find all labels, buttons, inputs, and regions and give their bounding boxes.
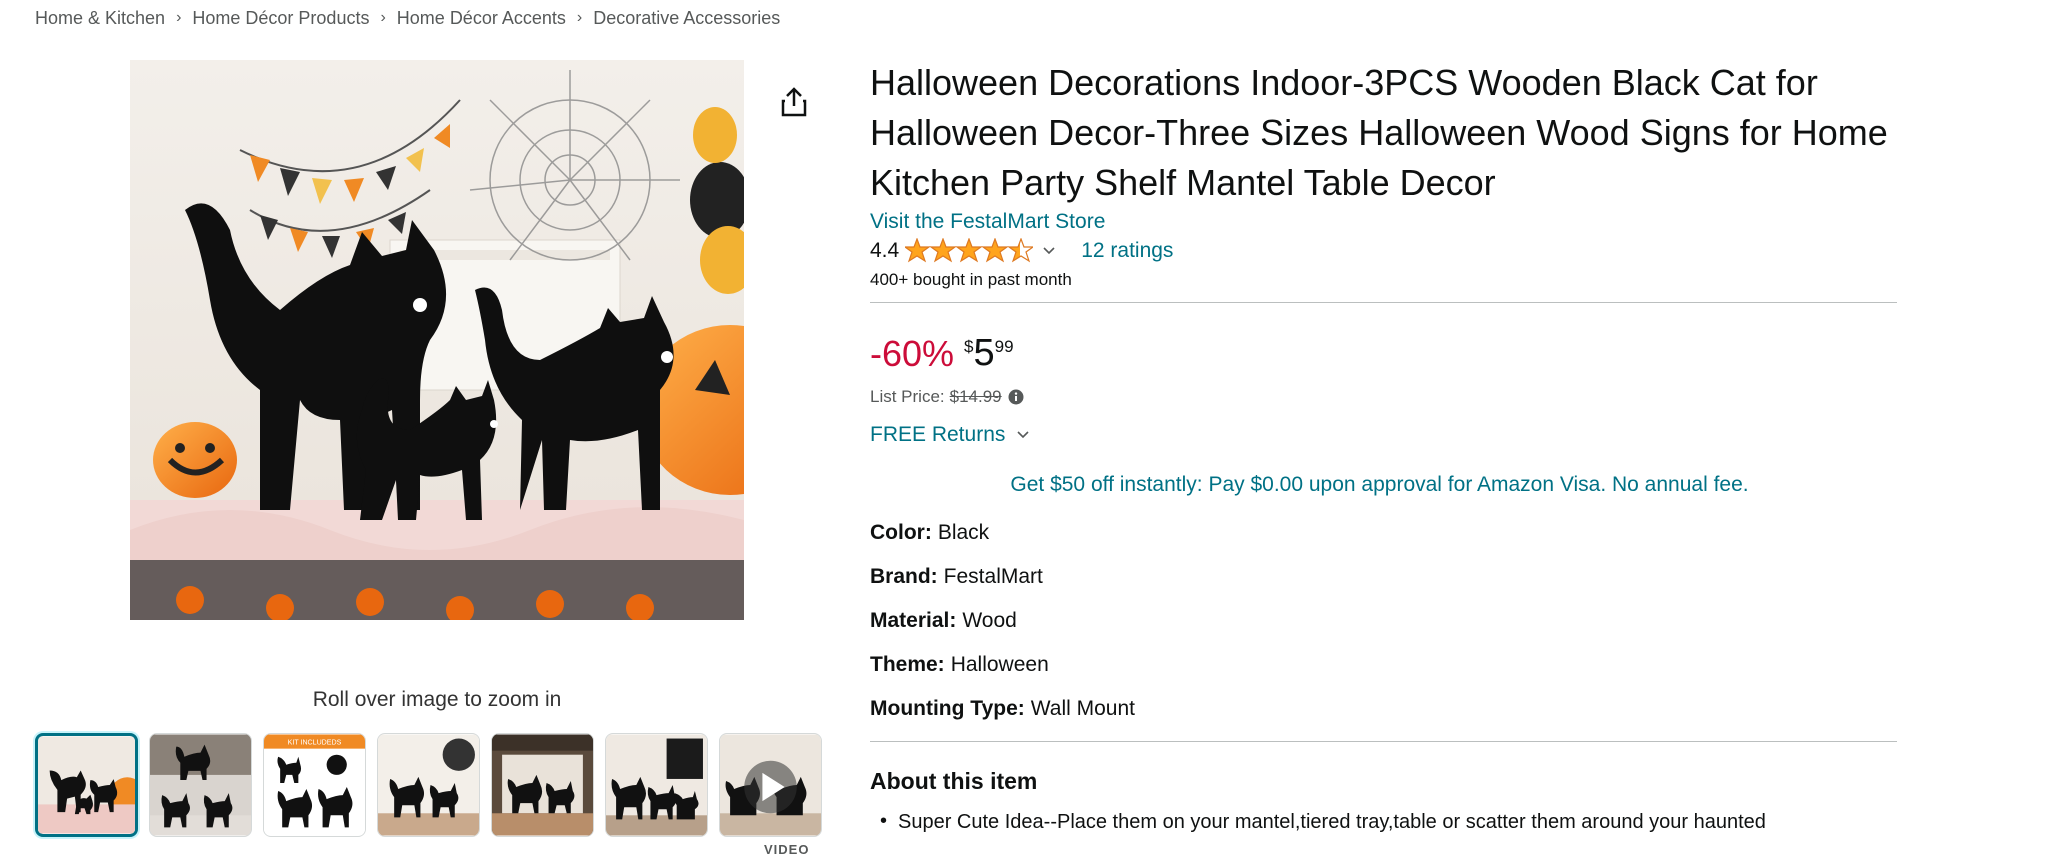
rating-value: 4.4 [870, 239, 900, 262]
thumbnail[interactable]: KIT INCLUDEDS [263, 733, 366, 837]
store-link[interactable]: Visit the FestalMart Store [870, 210, 1105, 234]
discount-percent: -60% [870, 333, 955, 374]
ratings-count-link[interactable]: 12 ratings [1081, 239, 1173, 263]
thumbnail[interactable] [377, 733, 480, 837]
spec-label: Theme: [870, 653, 945, 676]
spec-label: Color: [870, 521, 932, 544]
divider [870, 302, 1897, 303]
about-title: About this item [870, 768, 1038, 794]
chevron-down-icon[interactable] [1015, 427, 1031, 443]
spec-value: Wood [962, 609, 1017, 632]
breadcrumb-item[interactable]: Home Décor Accents [397, 8, 566, 29]
star-icon [955, 238, 984, 263]
chevron-down-icon[interactable] [1041, 243, 1057, 259]
visa-promo-link[interactable]: Get $50 off instantly: Pay $0.00 upon ap… [870, 473, 1897, 497]
spec-label: Brand: [870, 565, 938, 588]
spec-brand: Brand: FestalMart [870, 565, 1897, 609]
share-icon[interactable] [776, 84, 812, 120]
breadcrumb-separator: › [576, 9, 583, 26]
breadcrumb-item[interactable]: Home & Kitchen [35, 8, 165, 29]
price-whole: 5 [973, 332, 995, 374]
price-row: -60% $ 5 99 [870, 331, 1897, 379]
about-bullet: Super Cute Idea--Place them on your mant… [870, 810, 1897, 834]
star-icon [1007, 238, 1034, 263]
thumbnail[interactable] [605, 733, 708, 837]
list-price-value: $14.99 [949, 387, 1002, 406]
bought-count: 400+ bought in past month [870, 270, 1072, 289]
spec-value: Black [937, 521, 990, 544]
price: $ 5 99 [964, 331, 1014, 375]
free-returns[interactable]: FREE Returns [870, 423, 1897, 447]
info-icon[interactable] [1008, 389, 1024, 405]
video-label: VIDEO [764, 842, 810, 857]
breadcrumb-separator: › [380, 9, 386, 26]
star-icon [981, 238, 1010, 263]
star-icon [929, 238, 958, 263]
spec-value: Wall Mount [1030, 697, 1136, 720]
product-title: Halloween Decorations Indoor-3PCS Wooden… [870, 62, 1888, 203]
free-returns-label: FREE Returns [870, 423, 1006, 446]
spec-label: Mounting Type: [870, 697, 1025, 720]
divider [870, 741, 1897, 742]
breadcrumb-separator: › [176, 9, 182, 26]
breadcrumb-item[interactable]: Home Décor Products [192, 8, 369, 29]
spec-color: Color: Black [870, 521, 1897, 565]
thumbnail-caption: KIT INCLUDEDS [288, 740, 342, 747]
spec-value: FestalMart [943, 565, 1043, 588]
price-symbol: $ [964, 337, 974, 356]
list-price-row: List Price: $14.99 [870, 387, 1897, 407]
thumbnail-strip: KIT INCLUDEDS [35, 733, 822, 837]
rating-row: 4.4 12 ratings [870, 234, 1897, 268]
breadcrumb: Home & Kitchen › Home Décor Products › H… [35, 6, 780, 30]
thumbnail[interactable] [149, 733, 252, 837]
zoom-hint: Roll over image to zoom in [312, 688, 562, 711]
main-product-image[interactable] [130, 60, 744, 672]
spec-mounting-type: Mounting Type: Wall Mount [870, 697, 1897, 741]
star-icon [905, 238, 932, 263]
spec-label: Material: [870, 609, 957, 632]
list-price-label: List Price: [870, 387, 945, 406]
thumbnail[interactable] [491, 733, 594, 837]
breadcrumb-item[interactable]: Decorative Accessories [593, 8, 780, 29]
price-fraction: 99 [994, 337, 1014, 356]
thumbnail[interactable] [35, 733, 138, 837]
spec-material: Material: Wood [870, 609, 1897, 653]
product-specs: Color: Black Brand: FestalMart Material:… [870, 521, 1897, 741]
spec-theme: Theme: Halloween [870, 653, 1897, 697]
product-info: Halloween Decorations Indoor-3PCS Wooden… [870, 58, 1897, 834]
star-rating[interactable] [905, 238, 1034, 264]
spec-value: Halloween [950, 653, 1049, 676]
thumbnail-video[interactable] [719, 733, 822, 837]
